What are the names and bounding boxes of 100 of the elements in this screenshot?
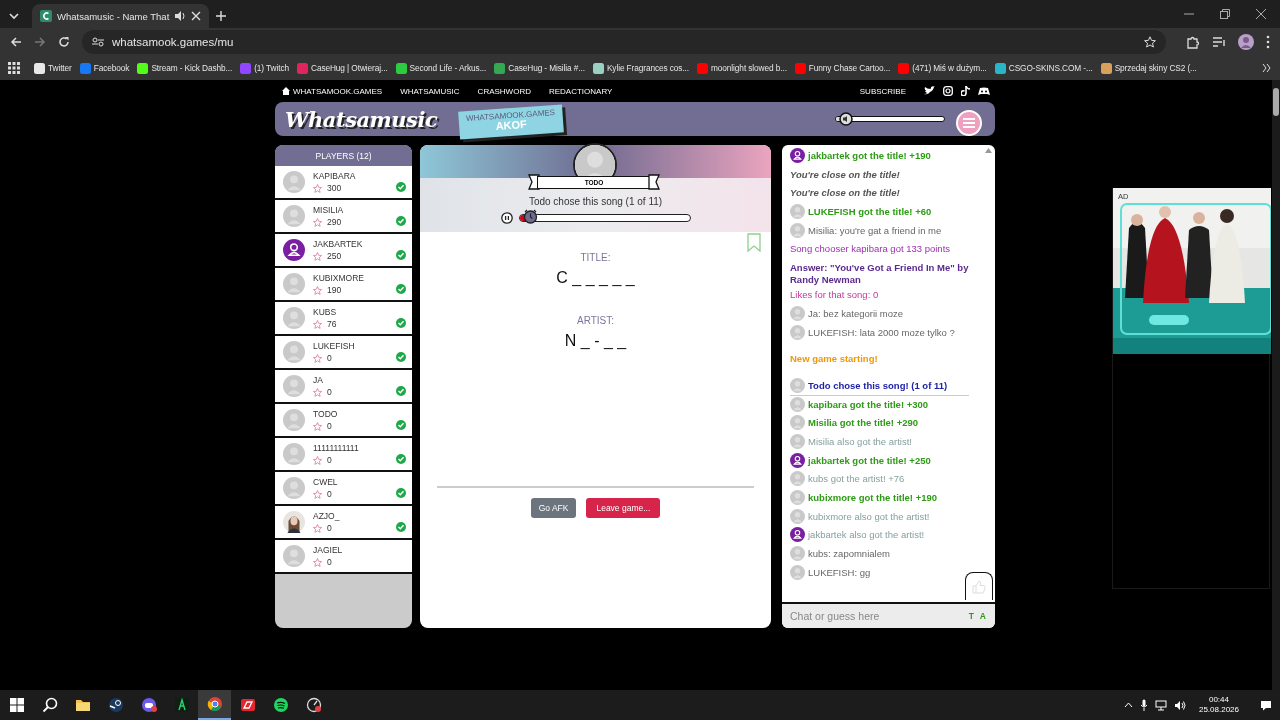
avatar-icon	[283, 273, 305, 295]
avatar-icon	[283, 409, 305, 431]
chat-message: Todo chose this song! (1 of 11)	[808, 378, 948, 392]
music-note-icon[interactable]	[961, 86, 970, 96]
restore-icon[interactable]	[1220, 9, 1230, 19]
chat-message: You're close on the title!	[790, 167, 900, 181]
back-icon[interactable]	[10, 36, 22, 48]
app-icon[interactable]	[107, 697, 124, 713]
like-button[interactable]	[965, 572, 993, 600]
reload-icon[interactable]	[58, 36, 70, 48]
notification-icon[interactable]	[1260, 699, 1272, 711]
nav-link[interactable]: WHATSAMOOK.GAMES	[282, 86, 383, 96]
bookmark[interactable]: CaseHug | Otwieraj...	[297, 62, 388, 74]
time: 00:44	[1208, 694, 1229, 705]
browser-tab[interactable]: Whatsamusic - Name That	[32, 4, 210, 28]
bookmark[interactable]: moonlight slowed b...	[697, 62, 787, 74]
nav-link[interactable]: REDACTIONARY	[548, 86, 613, 96]
search-icon[interactable]	[41, 697, 58, 713]
chat-message: You're close on the title!	[790, 186, 900, 200]
profile-avatar-icon[interactable]	[1238, 34, 1254, 50]
chat-message: jakbartek got the title! +190	[808, 149, 931, 162]
player-score: 0	[327, 353, 332, 363]
more-bookmarks-icon[interactable]	[1262, 63, 1272, 73]
volume-icon[interactable]	[1173, 699, 1186, 711]
avatar-icon	[283, 545, 305, 567]
bookmark[interactable]: Second Life - Arkus...	[395, 62, 487, 74]
avatar-icon	[283, 477, 305, 499]
star-icon	[313, 455, 322, 465]
nav-link[interactable]: WHATSAMUSIC	[400, 86, 460, 96]
start-icon[interactable]	[8, 697, 25, 713]
site-icon	[40, 10, 52, 22]
extensions-icon[interactable]	[1186, 35, 1200, 49]
star-icon	[313, 557, 322, 567]
bookmark[interactable]: CaseHug - Misilia #...	[494, 62, 585, 74]
home-icon	[282, 87, 290, 95]
clock[interactable]: 00:44 25.08.2026	[1198, 694, 1239, 716]
bird-icon[interactable]	[924, 86, 935, 96]
address-bar[interactable]: whatsamook.games/mu	[82, 30, 1166, 54]
apps-icon[interactable]	[8, 62, 20, 74]
bookmark[interactable]: Sprzedaj skiny CS2 (...	[1100, 62, 1197, 74]
chat-message: jakbartek also got the artist!	[808, 528, 925, 542]
bookmark[interactable]: Facebook	[79, 62, 130, 74]
star-icon	[313, 183, 322, 193]
bookmark[interactable]: Stream - Kick Dashb...	[137, 62, 233, 74]
scroll-up-icon[interactable]	[985, 148, 992, 153]
app-icon[interactable]	[305, 697, 322, 713]
close-icon[interactable]	[1256, 9, 1266, 19]
speaker-icon	[839, 112, 853, 126]
chat-message: LUKEFISH: lata 2000 moze tylko ?	[808, 325, 955, 339]
user-icon	[283, 239, 305, 261]
media-control-icon[interactable]	[1212, 35, 1226, 49]
pause-icon[interactable]	[500, 212, 513, 224]
player-name: AZJO_	[313, 511, 341, 521]
bookmark[interactable]: (471) Miś w dużym...	[898, 62, 987, 74]
title-hint: C _ _ _ _ _	[556, 269, 635, 287]
microphone-icon[interactable]	[1139, 699, 1148, 711]
menu-icon	[963, 118, 975, 128]
app-icon[interactable]	[272, 697, 289, 713]
app-icon[interactable]	[239, 697, 256, 713]
app-icon[interactable]	[173, 697, 190, 713]
player-name: MISILIA	[313, 205, 345, 215]
chat-message: kubixmore got the title! +190	[808, 491, 938, 504]
volume-slider[interactable]	[835, 115, 945, 123]
leave-game-button[interactable]: Leave game...	[586, 498, 661, 518]
app-icon[interactable]	[140, 697, 157, 713]
players-header: PLAYERS (12)	[275, 145, 412, 166]
bookmark[interactable]: Kylie Fragrances cos...	[592, 62, 689, 74]
scrollbar-thumb[interactable]	[1273, 88, 1279, 116]
forward-icon[interactable]	[34, 36, 46, 48]
browser-icon[interactable]	[206, 696, 223, 712]
chevron-up-icon[interactable]	[1123, 702, 1133, 708]
subscribe-link[interactable]: SUBSCRIBE	[859, 86, 906, 96]
nav-link[interactable]: CRASHWORD	[477, 86, 531, 96]
chat-message: Misilia got the title! +290	[808, 416, 919, 430]
network-icon[interactable]	[1154, 699, 1167, 711]
avatar-icon	[283, 341, 305, 363]
afk-button[interactable]: Go AFK	[530, 498, 577, 518]
site-logo[interactable]: Whatsamusic	[285, 106, 438, 132]
player-score: 0	[327, 455, 332, 465]
site-settings-icon[interactable]	[92, 36, 104, 48]
chat-message: LUKEFISH: gg	[808, 565, 871, 579]
bookmark[interactable]: CSGO-SKINS.COM -...	[994, 62, 1093, 74]
menu-icon[interactable]	[1266, 35, 1270, 49]
star-icon	[313, 421, 322, 431]
player-score: 0	[327, 489, 332, 499]
camera-icon[interactable]	[943, 86, 953, 96]
folder-icon[interactable]	[74, 697, 91, 713]
bookmark[interactable]: Funny Chase Cartoo...	[794, 62, 891, 74]
bookmark[interactable]: Twitter	[34, 62, 72, 74]
player-score: 250	[327, 251, 342, 261]
player-score: 0	[327, 421, 332, 431]
player-score: 0	[327, 557, 332, 567]
player-name: JA	[313, 375, 324, 385]
bookmark[interactable]: (1) Twitch	[240, 62, 289, 74]
room-code: AKOF	[495, 119, 528, 134]
speaker-icon[interactable]	[174, 10, 187, 22]
player-name: 11111111111	[313, 443, 360, 453]
game-controller-icon[interactable]	[978, 86, 990, 96]
star-icon[interactable]	[1144, 36, 1156, 48]
artist-label: ARTIST:	[576, 315, 614, 326]
